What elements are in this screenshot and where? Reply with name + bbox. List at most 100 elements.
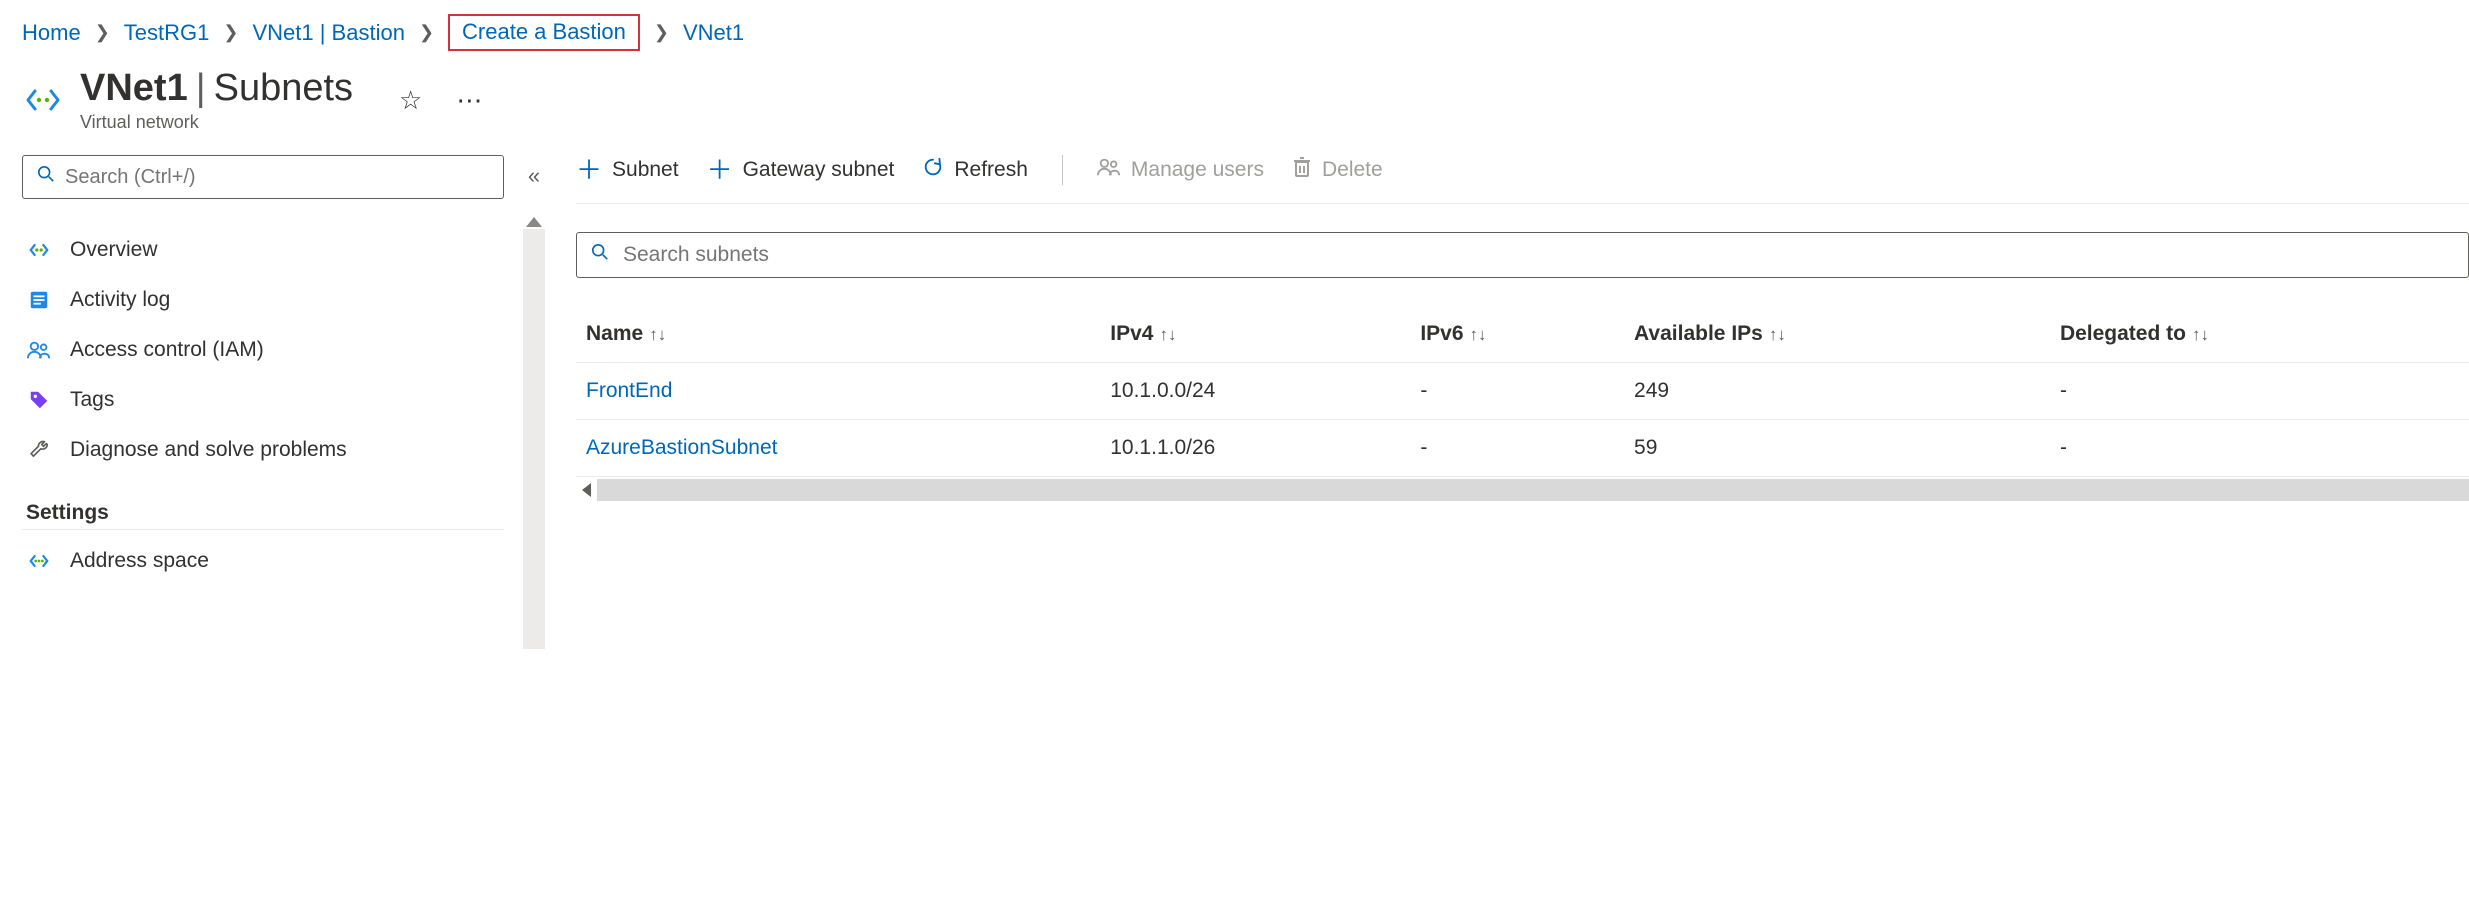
content: Overview Activity log Access control (IA… bbox=[0, 137, 2469, 649]
search-icon bbox=[591, 243, 609, 267]
collapse-sidebar-button[interactable]: « bbox=[528, 163, 540, 189]
breadcrumb-vnet-bastion[interactable]: VNet1 | Bastion bbox=[252, 20, 404, 46]
horizontal-scrollbar[interactable] bbox=[576, 479, 2469, 501]
sidebar: Overview Activity log Access control (IA… bbox=[22, 155, 550, 649]
table-row[interactable]: AzureBastionSubnet 10.1.1.0/26 - 59 - bbox=[576, 420, 2469, 477]
title-separator: | bbox=[188, 67, 214, 110]
sort-icon: ↑↓ bbox=[1464, 325, 1487, 344]
sidebar-item-label: Activity log bbox=[70, 288, 170, 312]
sidebar-search-input[interactable] bbox=[65, 166, 489, 189]
refresh-icon bbox=[922, 156, 944, 184]
virtual-network-icon bbox=[26, 239, 52, 261]
button-label: Delete bbox=[1322, 158, 1383, 182]
toolbar-separator bbox=[1062, 155, 1063, 185]
page-header: VNet1 | Subnets Virtual network ☆ ⋯ bbox=[0, 67, 2469, 137]
add-gateway-subnet-button[interactable]: ＋ Gateway subnet bbox=[707, 157, 895, 183]
activity-log-icon bbox=[26, 289, 52, 311]
plus-icon: ＋ bbox=[707, 157, 733, 183]
sidebar-item-label: Tags bbox=[70, 388, 114, 412]
subnet-filter[interactable] bbox=[576, 232, 2469, 278]
sidebar-item-address-space[interactable]: Address space bbox=[22, 536, 504, 586]
chevron-right-icon: ❯ bbox=[95, 22, 110, 43]
cell-available-ips: 59 bbox=[1624, 420, 2050, 477]
cell-ipv6: - bbox=[1410, 420, 1624, 477]
scroll-up-icon[interactable] bbox=[526, 217, 542, 227]
sidebar-item-diagnose[interactable]: Diagnose and solve problems bbox=[22, 425, 504, 475]
sidebar-section-settings: Settings bbox=[22, 475, 504, 530]
sort-icon: ↑↓ bbox=[1763, 325, 1786, 344]
sidebar-item-iam[interactable]: Access control (IAM) bbox=[22, 325, 504, 375]
column-label: IPv4 bbox=[1110, 322, 1153, 345]
column-header-ipv6[interactable]: IPv6↑↓ bbox=[1410, 306, 1624, 363]
cell-name[interactable]: FrontEnd bbox=[576, 363, 1100, 420]
sort-icon: ↑↓ bbox=[1153, 325, 1176, 344]
table-header-row: Name↑↓ IPv4↑↓ IPv6↑↓ Available IPs↑↓ Del… bbox=[576, 306, 2469, 363]
users-icon bbox=[1097, 156, 1121, 184]
button-label: Manage users bbox=[1131, 158, 1264, 182]
wrench-icon bbox=[26, 439, 52, 461]
cell-available-ips: 249 bbox=[1624, 363, 2050, 420]
sort-icon: ↑↓ bbox=[2186, 325, 2209, 344]
table-row[interactable]: FrontEnd 10.1.0.0/24 - 249 - bbox=[576, 363, 2469, 420]
page-subtitle: Virtual network bbox=[80, 110, 353, 133]
cell-name[interactable]: AzureBastionSubnet bbox=[576, 420, 1100, 477]
favorite-button[interactable]: ☆ bbox=[399, 85, 422, 116]
breadcrumb-vnet[interactable]: VNet1 bbox=[683, 20, 744, 46]
cell-ipv4: 10.1.0.0/24 bbox=[1100, 363, 1410, 420]
trash-icon bbox=[1292, 156, 1312, 184]
breadcrumb-resource-group[interactable]: TestRG1 bbox=[124, 20, 210, 46]
scrollbar-track[interactable] bbox=[597, 479, 2469, 501]
tag-icon bbox=[26, 389, 52, 411]
search-icon bbox=[37, 165, 55, 189]
sidebar-search[interactable] bbox=[22, 155, 504, 199]
sidebar-item-activity-log[interactable]: Activity log bbox=[22, 275, 504, 325]
sort-icon: ↑↓ bbox=[643, 325, 666, 344]
column-header-name[interactable]: Name↑↓ bbox=[576, 306, 1100, 363]
column-header-delegated-to[interactable]: Delegated to↑↓ bbox=[2050, 306, 2469, 363]
sidebar-item-tags[interactable]: Tags bbox=[22, 375, 504, 425]
chevron-right-icon: ❯ bbox=[223, 22, 238, 43]
sidebar-item-overview[interactable]: Overview bbox=[22, 225, 504, 275]
cell-ipv4: 10.1.1.0/26 bbox=[1100, 420, 1410, 477]
button-label: Subnet bbox=[612, 158, 679, 182]
column-label: Available IPs bbox=[1634, 322, 1763, 345]
chevron-right-icon: ❯ bbox=[654, 22, 669, 43]
sidebar-item-label: Access control (IAM) bbox=[70, 338, 264, 362]
add-subnet-button[interactable]: ＋ Subnet bbox=[576, 157, 679, 183]
breadcrumb: Home ❯ TestRG1 ❯ VNet1 | Bastion ❯ Creat… bbox=[0, 0, 2469, 67]
chevron-right-icon: ❯ bbox=[419, 22, 434, 43]
sidebar-scrollbar[interactable] bbox=[523, 229, 545, 649]
column-label: Name bbox=[586, 322, 643, 345]
refresh-button[interactable]: Refresh bbox=[922, 156, 1028, 184]
page-title: VNet1 | Subnets bbox=[80, 67, 353, 110]
column-header-available-ips[interactable]: Available IPs↑↓ bbox=[1624, 306, 2050, 363]
header-actions: ☆ ⋯ bbox=[399, 85, 484, 116]
column-label: IPv6 bbox=[1420, 322, 1463, 345]
breadcrumb-home[interactable]: Home bbox=[22, 20, 81, 46]
breadcrumb-create-bastion[interactable]: Create a Bastion bbox=[462, 19, 626, 44]
sidebar-item-label: Address space bbox=[70, 549, 209, 573]
more-actions-button[interactable]: ⋯ bbox=[456, 85, 484, 116]
plus-icon: ＋ bbox=[576, 157, 602, 183]
subnets-table: Name↑↓ IPv4↑↓ IPv6↑↓ Available IPs↑↓ Del… bbox=[576, 306, 2469, 477]
button-label: Refresh bbox=[954, 158, 1028, 182]
column-label: Delegated to bbox=[2060, 322, 2186, 345]
address-space-icon bbox=[26, 550, 52, 572]
sidebar-item-label: Overview bbox=[70, 238, 158, 262]
column-header-ipv4[interactable]: IPv4↑↓ bbox=[1100, 306, 1410, 363]
page-title-section: Subnets bbox=[214, 67, 353, 110]
scroll-left-icon[interactable] bbox=[582, 483, 591, 497]
manage-users-button[interactable]: Manage users bbox=[1097, 156, 1264, 184]
page-title-resource: VNet1 bbox=[80, 67, 188, 110]
cell-delegated-to: - bbox=[2050, 363, 2469, 420]
access-control-icon bbox=[26, 339, 52, 361]
cell-ipv6: - bbox=[1410, 363, 1624, 420]
delete-button[interactable]: Delete bbox=[1292, 156, 1383, 184]
virtual-network-icon bbox=[22, 79, 64, 121]
main-pane: ＋ Subnet ＋ Gateway subnet Refresh Manage… bbox=[550, 155, 2469, 501]
subnet-filter-input[interactable] bbox=[623, 243, 2454, 267]
button-label: Gateway subnet bbox=[743, 158, 895, 182]
toolbar: ＋ Subnet ＋ Gateway subnet Refresh Manage… bbox=[576, 155, 2469, 185]
title-block: VNet1 | Subnets Virtual network bbox=[80, 67, 353, 133]
sidebar-item-label: Diagnose and solve problems bbox=[70, 438, 347, 462]
